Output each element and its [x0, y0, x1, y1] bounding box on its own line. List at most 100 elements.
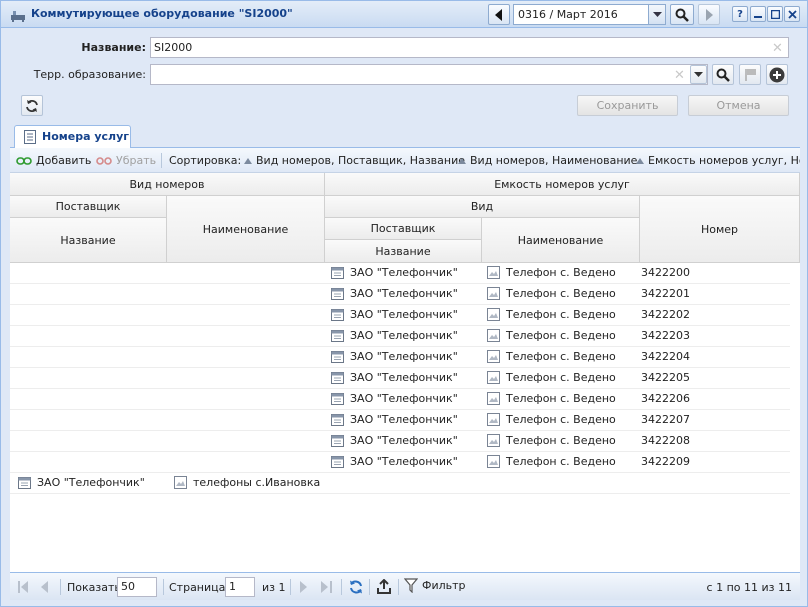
header-naimenovanie[interactable]: Наименование — [167, 196, 325, 263]
sort-option-1[interactable]: Вид номеров, Поставщик, Название — [244, 154, 465, 167]
table-row[interactable]: ЗАО "Телефончик" Телефон с. Ведено 3422204 — [10, 347, 790, 368]
table-row[interactable]: ЗАО "Телефончик" Телефон с. Ведено 3422201 — [10, 284, 790, 305]
link-remove-icon — [96, 156, 112, 165]
minimize-button[interactable] — [750, 6, 766, 22]
terr-label: Терр. образование: — [33, 68, 146, 81]
row-name: Телефон с. Ведено — [506, 434, 616, 447]
clear-icon[interactable]: ✕ — [674, 66, 685, 85]
maximize-button[interactable] — [767, 6, 783, 22]
add-button[interactable]: Добавить — [16, 154, 91, 167]
close-icon — [787, 9, 797, 19]
header-naimenovanie-2[interactable]: Наименование — [482, 218, 640, 263]
page-number-input[interactable]: 1 — [225, 577, 255, 597]
table-row[interactable]: ЗАО "Телефончик" Телефон с. Ведено 3422203 — [10, 326, 790, 347]
grid-header: Вид номеров Емкость номеров услуг Постав… — [10, 173, 800, 263]
header-nazvanie-2[interactable]: Название — [325, 240, 482, 263]
remove-button[interactable]: Убрать — [96, 154, 156, 167]
export-icon[interactable] — [376, 579, 392, 595]
show-label: Показать — [67, 581, 121, 594]
terr-dropdown-button[interactable] — [690, 65, 707, 84]
calendar-icon — [331, 372, 344, 384]
help-icon: ? — [737, 8, 743, 20]
next-period-button[interactable] — [698, 4, 720, 25]
image-doc-icon — [487, 413, 500, 426]
first-page-icon[interactable] — [18, 581, 29, 593]
filter-icon — [404, 578, 418, 593]
terr-add-button[interactable] — [766, 64, 788, 85]
refresh-button[interactable] — [21, 95, 43, 116]
row-name: Телефон с. Ведено — [506, 455, 616, 468]
terr-flag-button[interactable] — [739, 64, 761, 85]
tab-service-numbers[interactable]: Номера услуг — [14, 125, 131, 148]
header-emkost[interactable]: Емкость номеров услуг — [325, 173, 800, 196]
table-row[interactable]: ЗАО "Телефончик" телефоны с.Ивановка — [10, 473, 790, 494]
name-value: SI2000 — [154, 41, 193, 54]
paging-separator — [290, 579, 291, 595]
header-postavshchik-2[interactable]: Поставщик — [325, 218, 482, 240]
row-name: Телефон с. Ведено — [506, 287, 616, 300]
arrow-left-icon — [495, 8, 502, 21]
paging-bar: Показать 50 Страница 1 из 1 Фильтр с 1 п… — [10, 572, 800, 600]
header-vid-nomerov[interactable]: Вид номеров — [10, 173, 325, 196]
sort-option-3[interactable]: Емкость номеров услуг, Ном — [636, 154, 800, 167]
calendar-icon — [331, 414, 344, 426]
row-number: 3422204 — [641, 350, 690, 363]
clear-icon[interactable]: ✕ — [772, 39, 783, 58]
cancel-button[interactable]: Отмена — [688, 95, 789, 116]
table-row[interactable]: ЗАО "Телефончик" Телефон с. Ведено 3422202 — [10, 305, 790, 326]
close-button[interactable] — [784, 6, 800, 22]
tab-strip: Номера услуг — [10, 123, 800, 148]
title-bar: Коммутирующее оборудование "SI2000" 0316… — [1, 1, 807, 28]
refresh-icon[interactable] — [348, 579, 364, 595]
calendar-icon — [331, 351, 344, 363]
period-select[interactable]: 0316 / Март 2016 — [513, 4, 666, 25]
header-nomer[interactable]: Номер — [640, 196, 800, 263]
row-number: 3422205 — [641, 371, 690, 384]
prev-page-icon[interactable] — [40, 581, 48, 593]
terr-search-button[interactable] — [712, 64, 734, 85]
table-row[interactable]: ЗАО "Телефончик" Телефон с. Ведено 3422200 — [10, 263, 790, 284]
sort-option-3-label: Емкость номеров услуг, Ном — [648, 154, 800, 167]
row-supplier: ЗАО "Телефончик" — [350, 329, 458, 342]
row-number: 3422209 — [641, 455, 690, 468]
help-button[interactable]: ? — [732, 6, 748, 22]
prev-period-button[interactable] — [488, 4, 510, 25]
terr-field[interactable]: ✕ — [150, 64, 708, 85]
save-button[interactable]: Сохранить — [577, 95, 678, 116]
image-doc-icon — [487, 308, 500, 321]
table-row[interactable]: ЗАО "Телефончик" Телефон с. Ведено 3422207 — [10, 410, 790, 431]
chevron-down-icon — [694, 71, 703, 77]
period-value: 0316 / Март 2016 — [518, 8, 618, 21]
row-name: Телефон с. Ведено — [506, 413, 616, 426]
sort-option-2[interactable]: Вид номеров, Наименование — [458, 154, 637, 167]
page-size-input[interactable]: 50 — [117, 577, 157, 597]
header-postavshchik[interactable]: Поставщик — [10, 196, 167, 218]
header-vid[interactable]: Вид — [325, 196, 640, 218]
table-row[interactable]: ЗАО "Телефончик" Телефон с. Ведено 3422208 — [10, 431, 790, 452]
filter-button[interactable]: Фильтр — [404, 578, 466, 593]
paging-separator — [398, 579, 399, 595]
table-row[interactable]: ЗАО "Телефончик" Телефон с. Ведено 3422205 — [10, 368, 790, 389]
header-nazvanie[interactable]: Название — [10, 218, 167, 263]
row-number: 3422208 — [641, 434, 690, 447]
name-field[interactable]: SI2000 ✕ — [150, 37, 789, 58]
row-number: 3422207 — [641, 413, 690, 426]
of-pages-label: из 1 — [262, 581, 286, 594]
image-doc-icon — [487, 455, 500, 468]
paging-separator — [369, 579, 370, 595]
sort-label: Сортировка: — [169, 154, 242, 167]
paging-summary: с 1 по 11 из 11 — [706, 581, 792, 594]
name-label: Название: — [81, 41, 146, 54]
search-period-button[interactable] — [670, 4, 694, 25]
last-page-icon[interactable] — [321, 581, 332, 593]
sort-asc-icon — [244, 157, 252, 164]
minimize-icon — [754, 16, 762, 18]
row-supplier: ЗАО "Телефончик" — [350, 350, 458, 363]
table-row[interactable]: ЗАО "Телефончик" Телефон с. Ведено 3422206 — [10, 389, 790, 410]
chevron-down-icon[interactable] — [648, 5, 665, 24]
next-page-icon[interactable] — [300, 581, 308, 593]
row-number: 3422206 — [641, 392, 690, 405]
window: Коммутирующее оборудование "SI2000" 0316… — [0, 0, 808, 607]
window-title: Коммутирующее оборудование "SI2000" — [31, 7, 293, 20]
table-row[interactable]: ЗАО "Телефончик" Телефон с. Ведено 3422209 — [10, 452, 790, 473]
